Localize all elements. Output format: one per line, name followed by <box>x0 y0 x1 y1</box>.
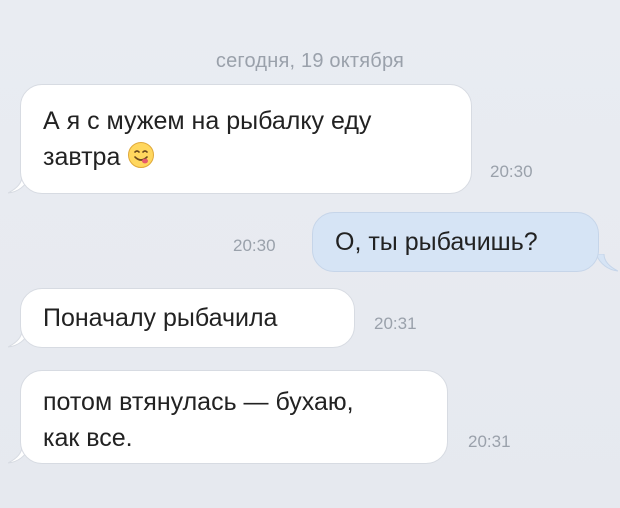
message-timestamp: 20:31 <box>374 314 417 333</box>
message-text-line: завтра <box>43 143 121 171</box>
message-bubble-incoming[interactable]: А я с мужем на рыбалку еду завтра <box>20 84 472 194</box>
message-bubble-outgoing[interactable]: О, ты рыбачишь? <box>312 212 599 272</box>
date-separator: сегодня, 19 октября <box>215 50 405 72</box>
bubble-tail <box>596 254 618 272</box>
message-text-line: потом втянулась — бухаю, <box>43 388 354 416</box>
message-text-line: А я с мужем на рыбалку еду <box>43 107 372 135</box>
message-timestamp: 20:30 <box>490 162 533 181</box>
face-savoring-food-icon <box>128 142 155 168</box>
message-timestamp: 20:31 <box>468 432 511 451</box>
message-text-line: О, ты рыбачишь? <box>335 228 538 256</box>
message-bubble-incoming[interactable]: потом втянулась — бухаю, как все. <box>20 370 448 464</box>
message-text-line: как все. <box>43 424 133 452</box>
chat-view: сегодня, 19 октября А я с мужем на рыбал… <box>0 0 620 508</box>
message-text-line: Поначалу рыбачила <box>43 304 278 332</box>
message-timestamp: 20:30 <box>233 236 276 255</box>
message-bubble-incoming[interactable]: Поначалу рыбачила <box>20 288 355 348</box>
message-text-line-with-emoji: завтра <box>43 139 449 175</box>
